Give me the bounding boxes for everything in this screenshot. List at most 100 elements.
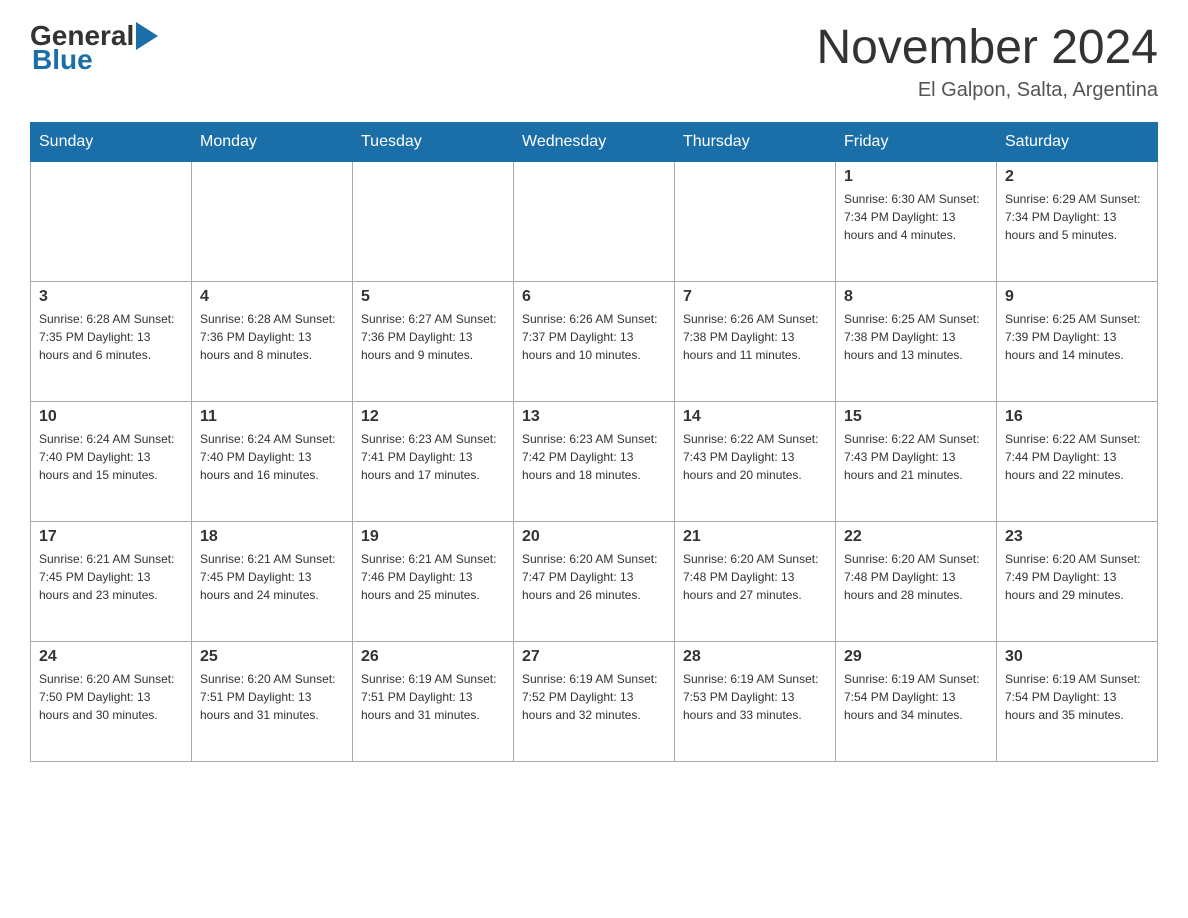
calendar-cell bbox=[675, 162, 836, 282]
calendar-week-row: 10 Sunrise: 6:24 AM Sunset: 7:40 PM Dayli… bbox=[31, 402, 1158, 522]
day-info: Sunrise: 6:24 AM Sunset: 7:40 PM Dayligh… bbox=[200, 430, 344, 484]
day-of-week-header: Sunday bbox=[31, 123, 192, 162]
day-number: 3 bbox=[39, 288, 183, 306]
calendar-cell: 14 Sunrise: 6:22 AM Sunset: 7:43 PM Dayli… bbox=[675, 402, 836, 522]
day-info: Sunrise: 6:27 AM Sunset: 7:36 PM Dayligh… bbox=[361, 310, 505, 364]
day-number: 24 bbox=[39, 648, 183, 666]
day-number: 7 bbox=[683, 288, 827, 306]
day-info: Sunrise: 6:30 AM Sunset: 7:34 PM Dayligh… bbox=[844, 190, 988, 244]
calendar-cell: 11 Sunrise: 6:24 AM Sunset: 7:40 PM Dayli… bbox=[192, 402, 353, 522]
day-info: Sunrise: 6:19 AM Sunset: 7:51 PM Dayligh… bbox=[361, 670, 505, 724]
day-of-week-header: Tuesday bbox=[353, 123, 514, 162]
day-info: Sunrise: 6:20 AM Sunset: 7:48 PM Dayligh… bbox=[844, 550, 988, 604]
calendar-body: 1Sunrise: 6:30 AM Sunset: 7:34 PM Daylig… bbox=[31, 162, 1158, 762]
calendar-cell: 20 Sunrise: 6:20 AM Sunset: 7:47 PM Dayli… bbox=[514, 522, 675, 642]
logo-arrow-icon bbox=[136, 22, 158, 50]
calendar-cell bbox=[31, 162, 192, 282]
day-info: Sunrise: 6:26 AM Sunset: 7:37 PM Dayligh… bbox=[522, 310, 666, 364]
day-number: 25 bbox=[200, 648, 344, 666]
calendar-cell: 19 Sunrise: 6:21 AM Sunset: 7:46 PM Dayli… bbox=[353, 522, 514, 642]
day-info: Sunrise: 6:19 AM Sunset: 7:54 PM Dayligh… bbox=[1005, 670, 1149, 724]
day-number: 20 bbox=[522, 528, 666, 546]
calendar-header: SundayMondayTuesdayWednesdayThursdayFrid… bbox=[31, 123, 1158, 162]
day-number: 8 bbox=[844, 288, 988, 306]
day-info: Sunrise: 6:22 AM Sunset: 7:44 PM Dayligh… bbox=[1005, 430, 1149, 484]
calendar-week-row: 3 Sunrise: 6:28 AM Sunset: 7:35 PM Daylig… bbox=[31, 282, 1158, 402]
calendar-cell: 28 Sunrise: 6:19 AM Sunset: 7:53 PM Dayli… bbox=[675, 642, 836, 762]
day-number: 4 bbox=[200, 288, 344, 306]
day-number: 28 bbox=[683, 648, 827, 666]
day-info: Sunrise: 6:22 AM Sunset: 7:43 PM Dayligh… bbox=[683, 430, 827, 484]
day-info: Sunrise: 6:22 AM Sunset: 7:43 PM Dayligh… bbox=[844, 430, 988, 484]
day-number: 22 bbox=[844, 528, 988, 546]
days-of-week-row: SundayMondayTuesdayWednesdayThursdayFrid… bbox=[31, 123, 1158, 162]
calendar-cell bbox=[353, 162, 514, 282]
calendar-cell: 9Sunrise: 6:25 AM Sunset: 7:39 PM Daylig… bbox=[997, 282, 1158, 402]
day-info: Sunrise: 6:21 AM Sunset: 7:45 PM Dayligh… bbox=[39, 550, 183, 604]
day-number: 14 bbox=[683, 408, 827, 426]
day-info: Sunrise: 6:23 AM Sunset: 7:41 PM Dayligh… bbox=[361, 430, 505, 484]
day-info: Sunrise: 6:29 AM Sunset: 7:34 PM Dayligh… bbox=[1005, 190, 1149, 244]
calendar-cell: 2 Sunrise: 6:29 AM Sunset: 7:34 PM Daylig… bbox=[997, 162, 1158, 282]
day-info: Sunrise: 6:20 AM Sunset: 7:51 PM Dayligh… bbox=[200, 670, 344, 724]
day-info: Sunrise: 6:28 AM Sunset: 7:36 PM Dayligh… bbox=[200, 310, 344, 364]
calendar-cell: 22 Sunrise: 6:20 AM Sunset: 7:48 PM Dayli… bbox=[836, 522, 997, 642]
calendar-cell: 29Sunrise: 6:19 AM Sunset: 7:54 PM Dayli… bbox=[836, 642, 997, 762]
day-info: Sunrise: 6:21 AM Sunset: 7:46 PM Dayligh… bbox=[361, 550, 505, 604]
calendar-cell: 6 Sunrise: 6:26 AM Sunset: 7:37 PM Daylig… bbox=[514, 282, 675, 402]
month-title: November 2024 bbox=[816, 20, 1158, 75]
day-info: Sunrise: 6:20 AM Sunset: 7:47 PM Dayligh… bbox=[522, 550, 666, 604]
day-number: 11 bbox=[200, 408, 344, 426]
calendar-cell: 26 Sunrise: 6:19 AM Sunset: 7:51 PM Dayli… bbox=[353, 642, 514, 762]
day-of-week-header: Monday bbox=[192, 123, 353, 162]
title-area: November 2024 El Galpon, Salta, Argentin… bbox=[816, 20, 1158, 102]
calendar-cell: 13Sunrise: 6:23 AM Sunset: 7:42 PM Dayli… bbox=[514, 402, 675, 522]
calendar-cell: 8Sunrise: 6:25 AM Sunset: 7:38 PM Daylig… bbox=[836, 282, 997, 402]
day-number: 2 bbox=[1005, 168, 1149, 186]
day-number: 19 bbox=[361, 528, 505, 546]
calendar-cell: 21Sunrise: 6:20 AM Sunset: 7:48 PM Dayli… bbox=[675, 522, 836, 642]
day-number: 26 bbox=[361, 648, 505, 666]
calendar-cell: 4 Sunrise: 6:28 AM Sunset: 7:36 PM Daylig… bbox=[192, 282, 353, 402]
logo-blue-text: Blue bbox=[32, 44, 93, 76]
calendar-cell: 23 Sunrise: 6:20 AM Sunset: 7:49 PM Dayli… bbox=[997, 522, 1158, 642]
day-number: 30 bbox=[1005, 648, 1149, 666]
day-number: 15 bbox=[844, 408, 988, 426]
day-info: Sunrise: 6:20 AM Sunset: 7:49 PM Dayligh… bbox=[1005, 550, 1149, 604]
calendar-cell: 27Sunrise: 6:19 AM Sunset: 7:52 PM Dayli… bbox=[514, 642, 675, 762]
calendar-cell: 10 Sunrise: 6:24 AM Sunset: 7:40 PM Dayli… bbox=[31, 402, 192, 522]
calendar-week-row: 17Sunrise: 6:21 AM Sunset: 7:45 PM Dayli… bbox=[31, 522, 1158, 642]
day-info: Sunrise: 6:23 AM Sunset: 7:42 PM Dayligh… bbox=[522, 430, 666, 484]
calendar-table: SundayMondayTuesdayWednesdayThursdayFrid… bbox=[30, 122, 1158, 762]
day-number: 16 bbox=[1005, 408, 1149, 426]
day-info: Sunrise: 6:19 AM Sunset: 7:53 PM Dayligh… bbox=[683, 670, 827, 724]
calendar-cell bbox=[514, 162, 675, 282]
day-number: 5 bbox=[361, 288, 505, 306]
day-of-week-header: Wednesday bbox=[514, 123, 675, 162]
calendar-cell: 30 Sunrise: 6:19 AM Sunset: 7:54 PM Dayli… bbox=[997, 642, 1158, 762]
day-number: 6 bbox=[522, 288, 666, 306]
day-number: 23 bbox=[1005, 528, 1149, 546]
day-info: Sunrise: 6:24 AM Sunset: 7:40 PM Dayligh… bbox=[39, 430, 183, 484]
day-info: Sunrise: 6:20 AM Sunset: 7:50 PM Dayligh… bbox=[39, 670, 183, 724]
calendar-cell: 3 Sunrise: 6:28 AM Sunset: 7:35 PM Daylig… bbox=[31, 282, 192, 402]
calendar-week-row: 1Sunrise: 6:30 AM Sunset: 7:34 PM Daylig… bbox=[31, 162, 1158, 282]
day-of-week-header: Thursday bbox=[675, 123, 836, 162]
location-text: El Galpon, Salta, Argentina bbox=[816, 79, 1158, 102]
day-info: Sunrise: 6:28 AM Sunset: 7:35 PM Dayligh… bbox=[39, 310, 183, 364]
page-header: General Blue November 2024 El Galpon, Sa… bbox=[30, 20, 1158, 102]
calendar-cell: 24 Sunrise: 6:20 AM Sunset: 7:50 PM Dayli… bbox=[31, 642, 192, 762]
day-of-week-header: Friday bbox=[836, 123, 997, 162]
calendar-cell: 18 Sunrise: 6:21 AM Sunset: 7:45 PM Dayli… bbox=[192, 522, 353, 642]
day-info: Sunrise: 6:25 AM Sunset: 7:39 PM Dayligh… bbox=[1005, 310, 1149, 364]
day-number: 27 bbox=[522, 648, 666, 666]
day-number: 29 bbox=[844, 648, 988, 666]
day-info: Sunrise: 6:21 AM Sunset: 7:45 PM Dayligh… bbox=[200, 550, 344, 604]
calendar-cell bbox=[192, 162, 353, 282]
calendar-week-row: 24 Sunrise: 6:20 AM Sunset: 7:50 PM Dayli… bbox=[31, 642, 1158, 762]
day-info: Sunrise: 6:26 AM Sunset: 7:38 PM Dayligh… bbox=[683, 310, 827, 364]
calendar-cell: 1Sunrise: 6:30 AM Sunset: 7:34 PM Daylig… bbox=[836, 162, 997, 282]
calendar-cell: 5 Sunrise: 6:27 AM Sunset: 7:36 PM Daylig… bbox=[353, 282, 514, 402]
day-number: 10 bbox=[39, 408, 183, 426]
day-number: 18 bbox=[200, 528, 344, 546]
